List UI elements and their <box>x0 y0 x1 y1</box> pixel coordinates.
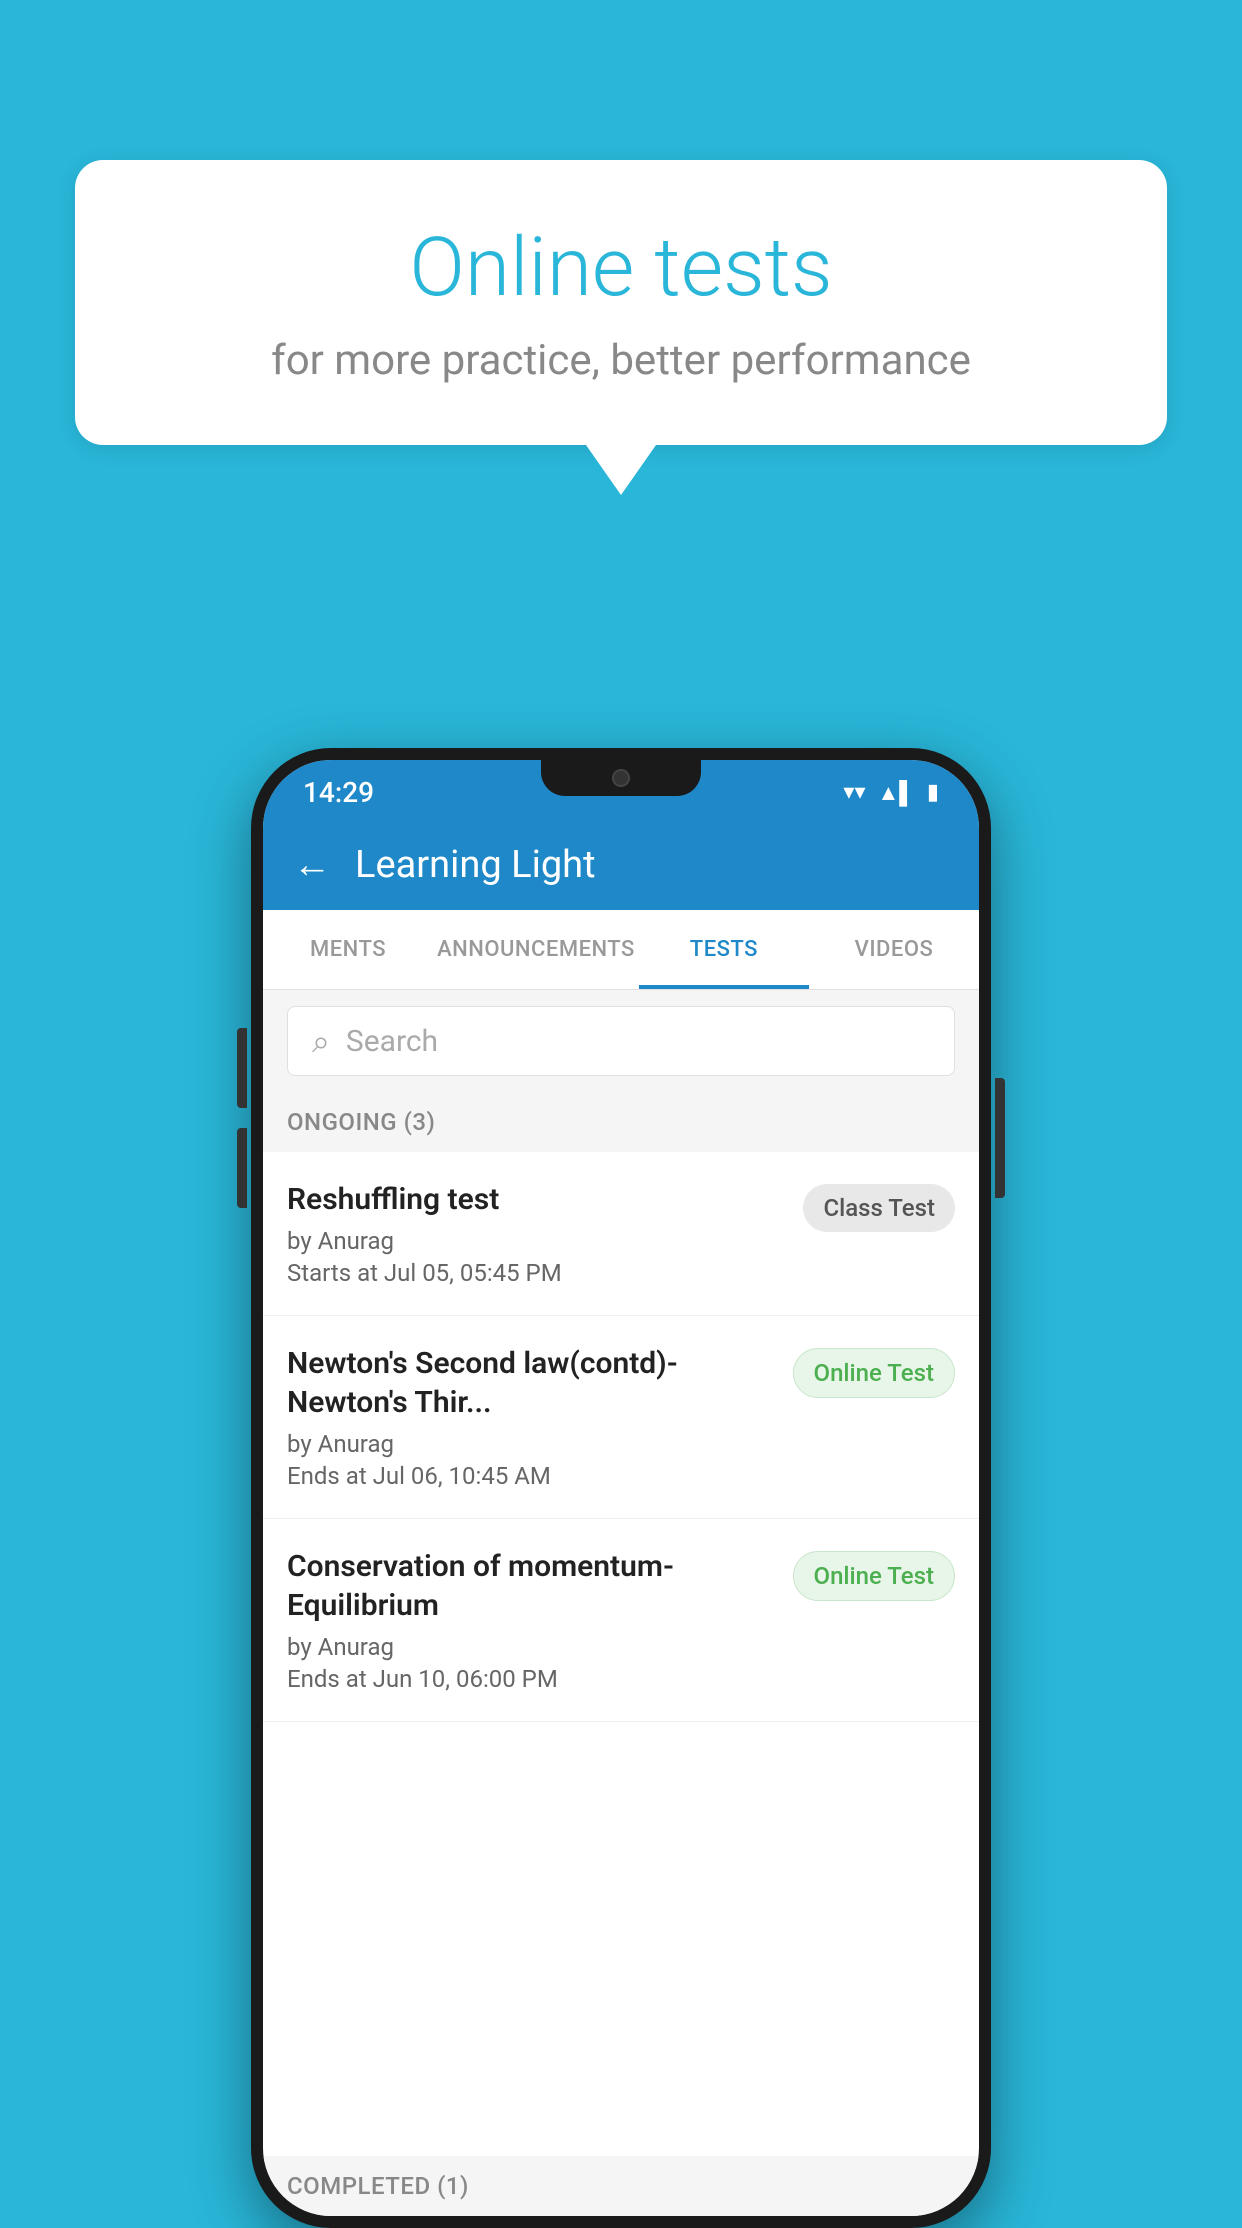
wifi-icon: ▾▾ <box>843 780 865 805</box>
test-info: Reshuffling test by Anurag Starts at Jul… <box>287 1180 787 1287</box>
phone-notch <box>541 760 701 796</box>
bubble-title: Online tests <box>155 220 1087 316</box>
test-date: Ends at Jul 06, 10:45 AM <box>287 1462 777 1490</box>
speech-bubble-arrow <box>586 445 656 495</box>
test-name: Conservation of momentum-Equilibrium <box>287 1547 777 1625</box>
test-badge-online: Online Test <box>793 1348 955 1398</box>
front-camera <box>612 769 630 787</box>
tabs-bar: MENTS ANNOUNCEMENTS TESTS VIDEOS <box>263 910 979 990</box>
test-list: Reshuffling test by Anurag Starts at Jul… <box>263 1152 979 1722</box>
test-author: by Anurag <box>287 1227 787 1255</box>
phone-screen: 14:29 ▾▾ ▲▌ ▮ ← Learning Light MENTS ANN… <box>263 760 979 2216</box>
test-name: Newton's Second law(contd)-Newton's Thir… <box>287 1344 777 1422</box>
test-info: Newton's Second law(contd)-Newton's Thir… <box>287 1344 777 1490</box>
signal-icon: ▲▌ <box>878 780 915 806</box>
test-badge-class: Class Test <box>803 1184 955 1232</box>
tab-tests[interactable]: TESTS <box>639 910 809 989</box>
phone-volume-down-button <box>237 1128 247 1208</box>
status-icons: ▾▾ ▲▌ ▮ <box>843 780 939 806</box>
app-title: Learning Light <box>355 843 596 887</box>
search-input[interactable]: Search <box>346 1024 438 1059</box>
app-header: ← Learning Light <box>263 820 979 910</box>
test-date: Starts at Jul 05, 05:45 PM <box>287 1259 787 1287</box>
tab-ments[interactable]: MENTS <box>263 910 433 989</box>
bubble-subtitle: for more practice, better performance <box>155 336 1087 385</box>
test-item[interactable]: Conservation of momentum-Equilibrium by … <box>263 1519 979 1722</box>
speech-bubble-container: Online tests for more practice, better p… <box>75 160 1167 495</box>
back-button[interactable]: ← <box>293 843 331 887</box>
test-author: by Anurag <box>287 1633 777 1661</box>
search-icon: ⌕ <box>312 1022 330 1061</box>
ongoing-section-header: ONGOING (3) <box>263 1092 979 1152</box>
phone-frame: 14:29 ▾▾ ▲▌ ▮ ← Learning Light MENTS ANN… <box>251 748 991 2228</box>
status-time: 14:29 <box>303 776 374 809</box>
search-container: ⌕ Search <box>263 990 979 1092</box>
phone-power-button <box>995 1078 1005 1198</box>
battery-icon: ▮ <box>927 780 939 805</box>
test-info: Conservation of momentum-Equilibrium by … <box>287 1547 777 1693</box>
test-name: Reshuffling test <box>287 1180 787 1219</box>
test-author: by Anurag <box>287 1430 777 1458</box>
test-date: Ends at Jun 10, 06:00 PM <box>287 1665 777 1693</box>
phone-volume-up-button <box>237 1028 247 1108</box>
tab-announcements[interactable]: ANNOUNCEMENTS <box>433 910 639 989</box>
search-box[interactable]: ⌕ Search <box>287 1006 955 1076</box>
completed-section-header: COMPLETED (1) <box>263 2156 979 2216</box>
speech-bubble: Online tests for more practice, better p… <box>75 160 1167 445</box>
test-item[interactable]: Newton's Second law(contd)-Newton's Thir… <box>263 1316 979 1519</box>
test-item[interactable]: Reshuffling test by Anurag Starts at Jul… <box>263 1152 979 1316</box>
tab-videos[interactable]: VIDEOS <box>809 910 979 989</box>
test-badge-online-2: Online Test <box>793 1551 955 1601</box>
